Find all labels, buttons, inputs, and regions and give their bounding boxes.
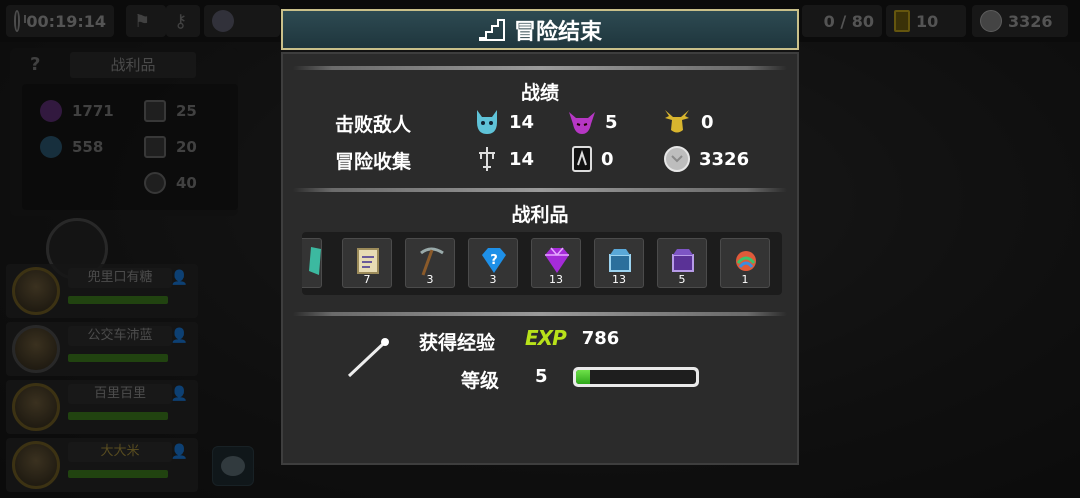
loot-count: 7 bbox=[363, 273, 371, 286]
ancient-key-icon bbox=[479, 147, 495, 171]
collect-value: 3326 bbox=[699, 148, 750, 170]
exp-badge: EXP bbox=[525, 326, 567, 350]
loot-title: 战利品 bbox=[511, 204, 569, 226]
level-value: 5 bbox=[535, 366, 548, 387]
loot-item[interactable]: 1 bbox=[720, 238, 770, 288]
level-progress-bar bbox=[573, 367, 699, 387]
loot-count: 3 bbox=[489, 273, 497, 286]
silver-coin-icon bbox=[664, 146, 690, 172]
loot-item[interactable]: 3 bbox=[405, 238, 455, 288]
defeat-stat: 5 bbox=[567, 108, 618, 136]
loot-list[interactable]: 2 7 3 ? 3 bbox=[302, 232, 782, 295]
adventure-result-modal: 战绩 击败敌人 14 5 0 冒险收集 14 0 3326 战利品 7 3 ? … bbox=[281, 52, 799, 465]
defeat-value: 5 bbox=[605, 111, 618, 133]
loot-count: 1 bbox=[741, 273, 749, 286]
exp-value: 786 bbox=[581, 327, 620, 349]
record-title: 战绩 bbox=[520, 82, 559, 104]
divider bbox=[293, 66, 787, 70]
collect-stat: 14 bbox=[473, 145, 534, 173]
collect-stat: 0 bbox=[571, 145, 614, 173]
gold-antler-demon-icon bbox=[665, 110, 689, 133]
svg-text:?: ? bbox=[490, 253, 498, 268]
divider bbox=[293, 312, 787, 316]
exp-stat: EXP 786 bbox=[525, 326, 619, 350]
modal-title: 冒险结束 bbox=[513, 19, 602, 45]
loot-item[interactable]: 2 bbox=[302, 238, 322, 288]
defeat-stat: 14 bbox=[473, 108, 534, 136]
defeat-label: 击败敌人 bbox=[335, 114, 412, 136]
collect-value: 14 bbox=[509, 148, 535, 170]
defeat-value: 14 bbox=[509, 111, 535, 133]
collect-value: 0 bbox=[601, 148, 614, 170]
loot-item[interactable]: 13 bbox=[594, 238, 644, 288]
loot-count: 13 bbox=[549, 273, 563, 286]
divider bbox=[293, 188, 787, 192]
staff-icon bbox=[347, 338, 389, 378]
loot-item[interactable]: ? 3 bbox=[468, 238, 518, 288]
level-label: 等级 bbox=[461, 370, 500, 392]
purple-demon-icon bbox=[569, 112, 595, 134]
exp-label: 获得经验 bbox=[419, 332, 496, 354]
defeat-stat: 0 bbox=[661, 108, 714, 136]
loot-count: 13 bbox=[612, 273, 626, 286]
loot-item[interactable]: 7 bbox=[342, 238, 392, 288]
collect-stat: 3326 bbox=[663, 145, 749, 173]
stairs-icon bbox=[478, 18, 505, 41]
defeat-value: 0 bbox=[701, 111, 714, 133]
loot-count: 5 bbox=[678, 273, 686, 286]
green-shard-icon bbox=[309, 247, 321, 275]
relic-card-icon bbox=[572, 146, 592, 172]
loot-item[interactable]: 13 bbox=[531, 238, 581, 288]
loot-count: 3 bbox=[426, 273, 434, 286]
modal-title-bar: 冒险结束 bbox=[281, 9, 799, 50]
collect-label: 冒险收集 bbox=[335, 151, 412, 173]
loot-item[interactable]: 5 bbox=[657, 238, 707, 288]
level-progress-fill bbox=[576, 370, 591, 384]
blue-demon-icon bbox=[477, 110, 497, 134]
